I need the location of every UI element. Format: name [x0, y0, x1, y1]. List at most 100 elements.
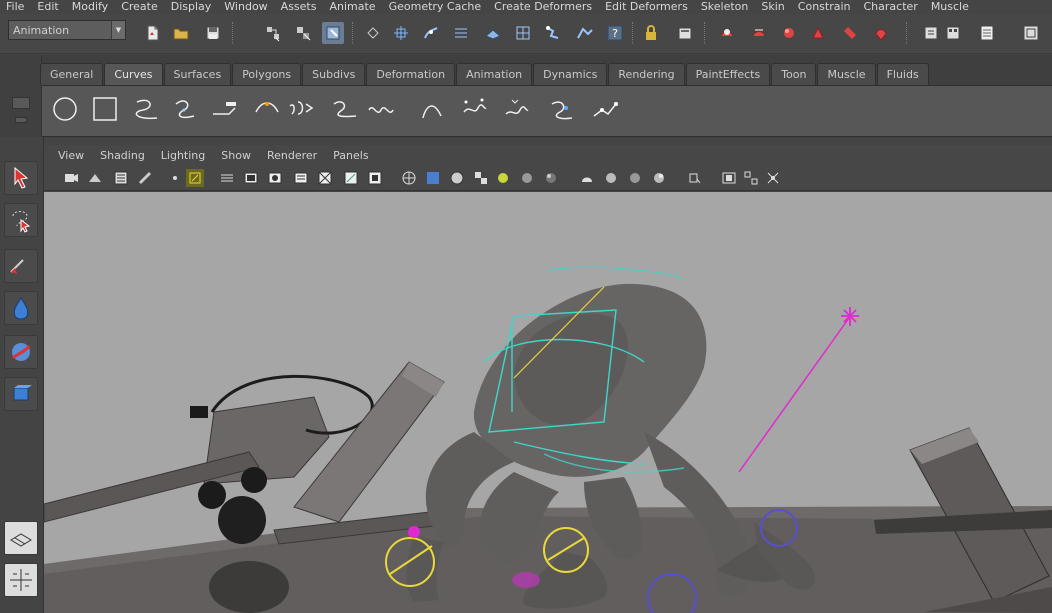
four-view-layout-icon[interactable]	[4, 563, 38, 597]
menu-assets[interactable]: Assets	[275, 1, 324, 13]
use-all-lights-icon[interactable]	[494, 169, 512, 187]
select-object-icon[interactable]	[292, 22, 314, 44]
menu-window[interactable]: Window	[218, 1, 274, 13]
panel-menu-panels[interactable]: Panels	[325, 149, 376, 162]
menu-constrain[interactable]: Constrain	[792, 1, 858, 13]
snap-live-icon[interactable]	[512, 22, 534, 44]
shelf-tab-polygons[interactable]: Polygons	[232, 63, 302, 85]
nurbs-square-icon[interactable]	[90, 94, 120, 124]
ik-pole-vector-control[interactable]	[841, 307, 859, 326]
field-chart-icon[interactable]	[316, 169, 334, 187]
shelf-tab-painteffects[interactable]: PaintEffects	[685, 63, 771, 85]
snap-curve-icon[interactable]	[420, 22, 442, 44]
channel-box-icon[interactable]	[976, 22, 998, 44]
camera-lock-icon[interactable]	[686, 169, 704, 187]
gate-mask-icon[interactable]	[292, 169, 310, 187]
menu-character[interactable]: Character	[858, 1, 925, 13]
snap-view-plane-icon[interactable]	[482, 22, 504, 44]
film-gate-icon[interactable]	[242, 169, 260, 187]
shelf-tab-animation[interactable]: Animation	[456, 63, 533, 85]
pencil-curve-icon[interactable]	[210, 94, 240, 124]
single-perspective-layout-icon[interactable]	[4, 521, 38, 555]
wireframe-on-shaded-icon[interactable]	[448, 169, 466, 187]
menu-create-deformers[interactable]: Create Deformers	[488, 1, 599, 13]
save-scene-icon[interactable]	[202, 22, 224, 44]
sculpt-icon[interactable]	[808, 22, 830, 44]
show-hide-channel-box-icon[interactable]	[870, 22, 892, 44]
select-hierarchy-icon[interactable]	[262, 22, 284, 44]
camera-attributes-icon[interactable]	[86, 169, 104, 187]
safe-action-icon[interactable]	[342, 169, 360, 187]
shelf-tab-surfaces[interactable]: Surfaces	[163, 63, 232, 85]
nurbs-circle-icon[interactable]	[50, 94, 80, 124]
frame-selection-icon[interactable]	[742, 169, 760, 187]
panel-menu-lighting[interactable]: Lighting	[153, 149, 213, 162]
ep-curve-icon[interactable]	[170, 94, 200, 124]
isolate-select-icon[interactable]	[578, 169, 596, 187]
construction-history-icon[interactable]	[574, 22, 596, 44]
paint-select-icon[interactable]	[4, 249, 38, 283]
panel-menu-view[interactable]: View	[50, 149, 92, 162]
shelf-tab-general[interactable]: General	[40, 63, 104, 85]
grid-icon[interactable]	[218, 169, 236, 187]
insert-knot-icon[interactable]	[418, 94, 448, 124]
shelf-tab-muscle[interactable]: Muscle	[817, 63, 876, 85]
tool-settings-icon[interactable]	[942, 22, 964, 44]
shelf-tab-deformation[interactable]: Deformation	[366, 63, 456, 85]
menu-skeleton[interactable]: Skeleton	[695, 1, 756, 13]
bookmarks-icon[interactable]	[112, 169, 130, 187]
panel-menu-shading[interactable]: Shading	[92, 149, 153, 162]
shelf-tab-fluids[interactable]: Fluids	[876, 63, 929, 85]
render-frame-icon[interactable]	[674, 22, 696, 44]
wireframe-icon[interactable]	[400, 169, 418, 187]
shelf-tab-rendering[interactable]: Rendering	[608, 63, 685, 85]
backface-culling-icon[interactable]	[650, 169, 668, 187]
hypershade-icon[interactable]	[778, 22, 800, 44]
image-plane-icon[interactable]	[136, 169, 154, 187]
frame-all-icon[interactable]	[720, 169, 738, 187]
move-tool-icon[interactable]	[4, 335, 38, 369]
arc-tool-icon[interactable]	[252, 94, 282, 124]
rebuild-curve-icon[interactable]	[548, 94, 578, 124]
x-ray-icon[interactable]	[602, 169, 620, 187]
menu-edit[interactable]: Edit	[31, 1, 65, 13]
shadows-icon[interactable]	[518, 169, 536, 187]
menu-display[interactable]: Display	[165, 1, 219, 13]
ipr-render-icon[interactable]	[716, 22, 738, 44]
open-scene-icon[interactable]	[170, 22, 192, 44]
grease-pencil-icon[interactable]	[186, 169, 204, 187]
shelf-tab-toggle-icon[interactable]	[15, 117, 27, 123]
select-tool-icon[interactable]	[4, 161, 38, 195]
new-scene-icon[interactable]	[142, 22, 164, 44]
rotate-tool-icon[interactable]	[4, 377, 38, 411]
detach-curves-icon[interactable]	[366, 94, 396, 124]
soft-mod-icon[interactable]	[4, 291, 38, 325]
attach-curves-icon[interactable]	[330, 94, 360, 124]
history-icon[interactable]	[542, 22, 564, 44]
shelf-tab-toon[interactable]: Toon	[771, 63, 817, 85]
knee-pole-marker[interactable]	[408, 526, 420, 538]
attribute-editor-icon[interactable]	[920, 22, 942, 44]
menu-edit-deformers[interactable]: Edit Deformers	[599, 1, 695, 13]
menu-muscle[interactable]: Muscle	[925, 1, 976, 13]
text-curve-icon[interactable]	[286, 94, 316, 124]
snap-point-icon[interactable]	[450, 22, 472, 44]
menu-file[interactable]: File	[0, 1, 31, 13]
lock-selection-icon[interactable]	[362, 22, 384, 44]
snap-grid-icon[interactable]	[390, 22, 412, 44]
highlight-selection-icon[interactable]	[764, 169, 782, 187]
resolution-gate-icon[interactable]	[266, 169, 284, 187]
viewport-perspective[interactable]	[44, 192, 1052, 613]
render-settings-icon[interactable]	[748, 22, 770, 44]
menu-animate[interactable]: Animate	[323, 1, 382, 13]
menu-modify[interactable]: Modify	[66, 1, 115, 13]
shelf-menu-icon[interactable]	[12, 97, 30, 109]
reverse-curve-icon[interactable]	[590, 94, 620, 124]
shelf-tab-subdivs[interactable]: Subdivs	[302, 63, 366, 85]
screen-space-ao-icon[interactable]	[542, 169, 560, 187]
cv-curve-icon[interactable]	[132, 94, 162, 124]
shelf-tab-curves[interactable]: Curves	[104, 63, 163, 85]
textured-icon[interactable]	[472, 169, 490, 187]
panel-menu-show[interactable]: Show	[213, 149, 259, 162]
two-d-pan-zoom-icon[interactable]	[168, 169, 186, 187]
